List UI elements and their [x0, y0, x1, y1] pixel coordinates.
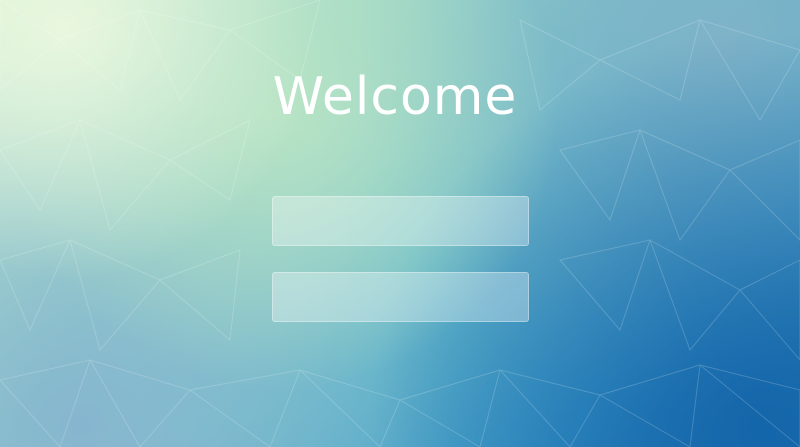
password-input[interactable]: [272, 272, 529, 322]
welcome-title: Welcome: [272, 67, 518, 127]
login-screen: Welcome: [0, 0, 800, 447]
username-input[interactable]: [272, 196, 529, 246]
